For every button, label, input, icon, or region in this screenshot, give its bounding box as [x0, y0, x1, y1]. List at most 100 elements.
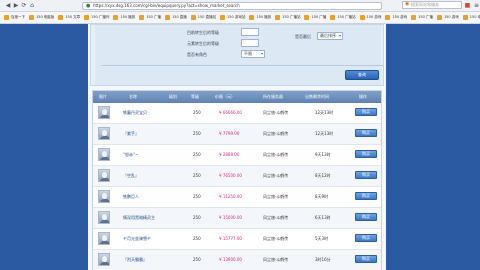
bookmark-item[interactable]: 150 文章 [58, 15, 80, 20]
buy-button[interactable]: 购买 [355, 150, 377, 158]
lock-icon: ● [86, 3, 91, 9]
header-price: 价格（元） [215, 94, 235, 99]
forward-icon[interactable]: ▶ [12, 2, 20, 9]
bookmark-item[interactable]: 150 游戏 [385, 15, 407, 20]
character-avatar[interactable] [98, 232, 110, 245]
table-row: 『紫手』 250 ¥ 7799.00 风尘旅·斗鹤传 12天13时 购买 [93, 124, 381, 145]
bookmark-item[interactable]: 150 广播 [304, 15, 326, 20]
character-avatar[interactable] [98, 127, 110, 140]
table-row: 情深用黑暗精灵主 250 ¥ 15000.00 风尘旅·斗鹤传 6天13时 购买 [93, 208, 381, 229]
bookmark-item[interactable]: 150 广播站 [330, 15, 356, 20]
cell-level: 250 [193, 215, 201, 220]
bookmark-icon [113, 15, 119, 20]
cell-time: 8天9时 [315, 194, 329, 199]
buy-button[interactable]: 购买 [355, 213, 377, 221]
form-label-role: 是否有角色 [187, 52, 207, 57]
bookmark-item[interactable]: 百度一下 [4, 15, 25, 20]
cell-name[interactable]: °怒赤°∽ [123, 145, 138, 164]
cell-time: 5天3时 [315, 236, 329, 241]
bookmark-icon [4, 15, 9, 20]
buy-button[interactable]: 购买 [355, 192, 377, 200]
character-avatar[interactable] [98, 169, 110, 182]
cell-name[interactable]: 情深用黑暗精灵主 [123, 208, 155, 227]
cell-name[interactable]: 『空乱』 [123, 166, 139, 185]
bookmark-item[interactable]: 150 广播 [139, 15, 161, 20]
home-icon[interactable]: ⌂ [28, 2, 36, 9]
header-time: 出售剩余时间 [305, 94, 329, 99]
bookmark-icon [29, 15, 34, 20]
cell-level: 250 [193, 236, 201, 241]
bookmark-item[interactable]: 150 游戏 [436, 15, 459, 20]
cell-name[interactable]: 『紫手』 [123, 124, 139, 143]
cell-price: ¥ 66666.00 [219, 110, 242, 115]
bookmark-item[interactable]: 150 广播站 [275, 15, 300, 20]
level-input[interactable] [241, 28, 259, 36]
header-action: 操作 [359, 94, 367, 99]
table-row: °怒赤°∽ 250 ¥ 2888.00 风尘旅·斗鹤传 9天13时 购买 [93, 145, 381, 166]
table-row: 铁蘑丹灵宝贝 250 ¥ 66666.00 风尘旅·斗鹤传 12天13时 购买 [93, 103, 381, 124]
browser-nav-bar: ◀ ▶ ⟳ ⌂ ● https://xyx.dsg.163.com/cgi-bi… [0, 0, 480, 12]
cell-price: ¥ 11250.00 [219, 194, 242, 199]
table-row: 『烈天霸霸』 250 ¥ 13900.00 风尘旅·斗鹤传 3时16分 购买 [93, 250, 381, 270]
cell-name[interactable]: ヤ月光坐骑雪ヤ [123, 229, 151, 248]
extension-icon[interactable]: ■ [464, 2, 471, 9]
character-avatar[interactable] [98, 190, 110, 203]
character-avatar[interactable] [98, 106, 110, 119]
bookmark-icon [359, 15, 365, 20]
cell-server: 风尘旅·斗鹤传 [263, 257, 289, 262]
bookmark-icon [139, 15, 145, 20]
bookmark-item[interactable]: 150 电脑版 [29, 15, 54, 20]
bookmark-icon [304, 15, 310, 20]
bookmark-item[interactable]: 150 直播站 [190, 15, 216, 20]
market-page: 目前转生后的等级 元素转生后的等级 是否有角色 不限 ▾ 是否最后 最后排序 ▾… [88, 24, 386, 270]
cell-name[interactable]: 铁鹏巨人 [123, 187, 139, 206]
buy-button[interactable]: 购买 [355, 234, 377, 242]
back-icon[interactable]: ◀ [4, 2, 12, 9]
header-image: 图片 [99, 94, 107, 99]
bookmark-item[interactable]: 150 游戏站 [220, 15, 245, 20]
page-background-right [386, 24, 480, 270]
bookmark-icon [436, 15, 442, 20]
bookmark-icon [58, 15, 64, 20]
browser-search-input[interactable]: ◉ 搜索网站和服务 [402, 1, 462, 9]
bookmark-item[interactable]: 150 播放 [113, 15, 135, 20]
cell-time: 12天13时 [315, 110, 334, 115]
character-avatar[interactable] [98, 211, 110, 224]
buy-button[interactable]: 购买 [355, 129, 377, 137]
cell-time: 12天13时 [315, 131, 334, 136]
menu-icon[interactable]: ≡ [473, 2, 480, 9]
cell-price: ¥ 7799.00 [219, 131, 240, 136]
cell-server: 风尘旅·斗鹤传 [263, 131, 289, 136]
bookmark-icon [385, 15, 391, 20]
chevron-down-icon: ▾ [338, 33, 341, 38]
role-select[interactable]: 不限 ▾ [241, 50, 265, 58]
address-bar[interactable]: ● https://xyx.dsg.163.com/cgi-bin/equipq… [82, 2, 382, 10]
cell-level: 250 [193, 173, 201, 178]
form-label-level: 目前转生后的等级 [187, 30, 219, 35]
bookmark-item[interactable]: 150 直播 [164, 15, 187, 20]
cell-price: ¥ 15777.00 [219, 236, 242, 241]
bookmark-item[interactable]: 150 游戏 [359, 15, 381, 20]
buy-button[interactable]: 购买 [355, 171, 377, 179]
bookmark-item[interactable]: 150 电游 [462, 15, 480, 20]
buy-button[interactable]: 购买 [355, 108, 377, 116]
chevron-down-icon: ▾ [260, 51, 263, 56]
buy-button[interactable]: 购买 [355, 255, 377, 263]
cell-server: 风尘旅·斗鹤传 [263, 173, 289, 178]
character-avatar[interactable] [98, 253, 110, 266]
query-button[interactable]: 查询 [345, 70, 379, 80]
cell-name[interactable]: 铁蘑丹灵宝贝 [123, 103, 147, 122]
form-label-element-level: 元素转生后的等级 [187, 41, 219, 46]
bookmark-item[interactable]: 150 播放 [249, 15, 271, 20]
character-avatar[interactable] [98, 148, 110, 161]
element-level-input[interactable] [241, 39, 259, 47]
bookmark-item[interactable]: 150 广播列 [84, 15, 109, 20]
reload-icon[interactable]: ⟳ [20, 2, 28, 9]
cell-time: 9天13时 [315, 152, 331, 157]
cell-name[interactable]: 『烈天霸霸』 [123, 250, 147, 269]
bookmark-item[interactable]: 150 广播 [411, 15, 433, 20]
sort-select[interactable]: 最后排序 ▾ [317, 32, 343, 40]
search-engine-icon: ◉ [405, 1, 410, 7]
cell-server: 风尘旅·斗鹤传 [263, 110, 289, 115]
table-row: 铁鹏巨人 250 ¥ 11250.00 风尘旅·斗鹤传 8天9时 购买 [93, 187, 381, 208]
